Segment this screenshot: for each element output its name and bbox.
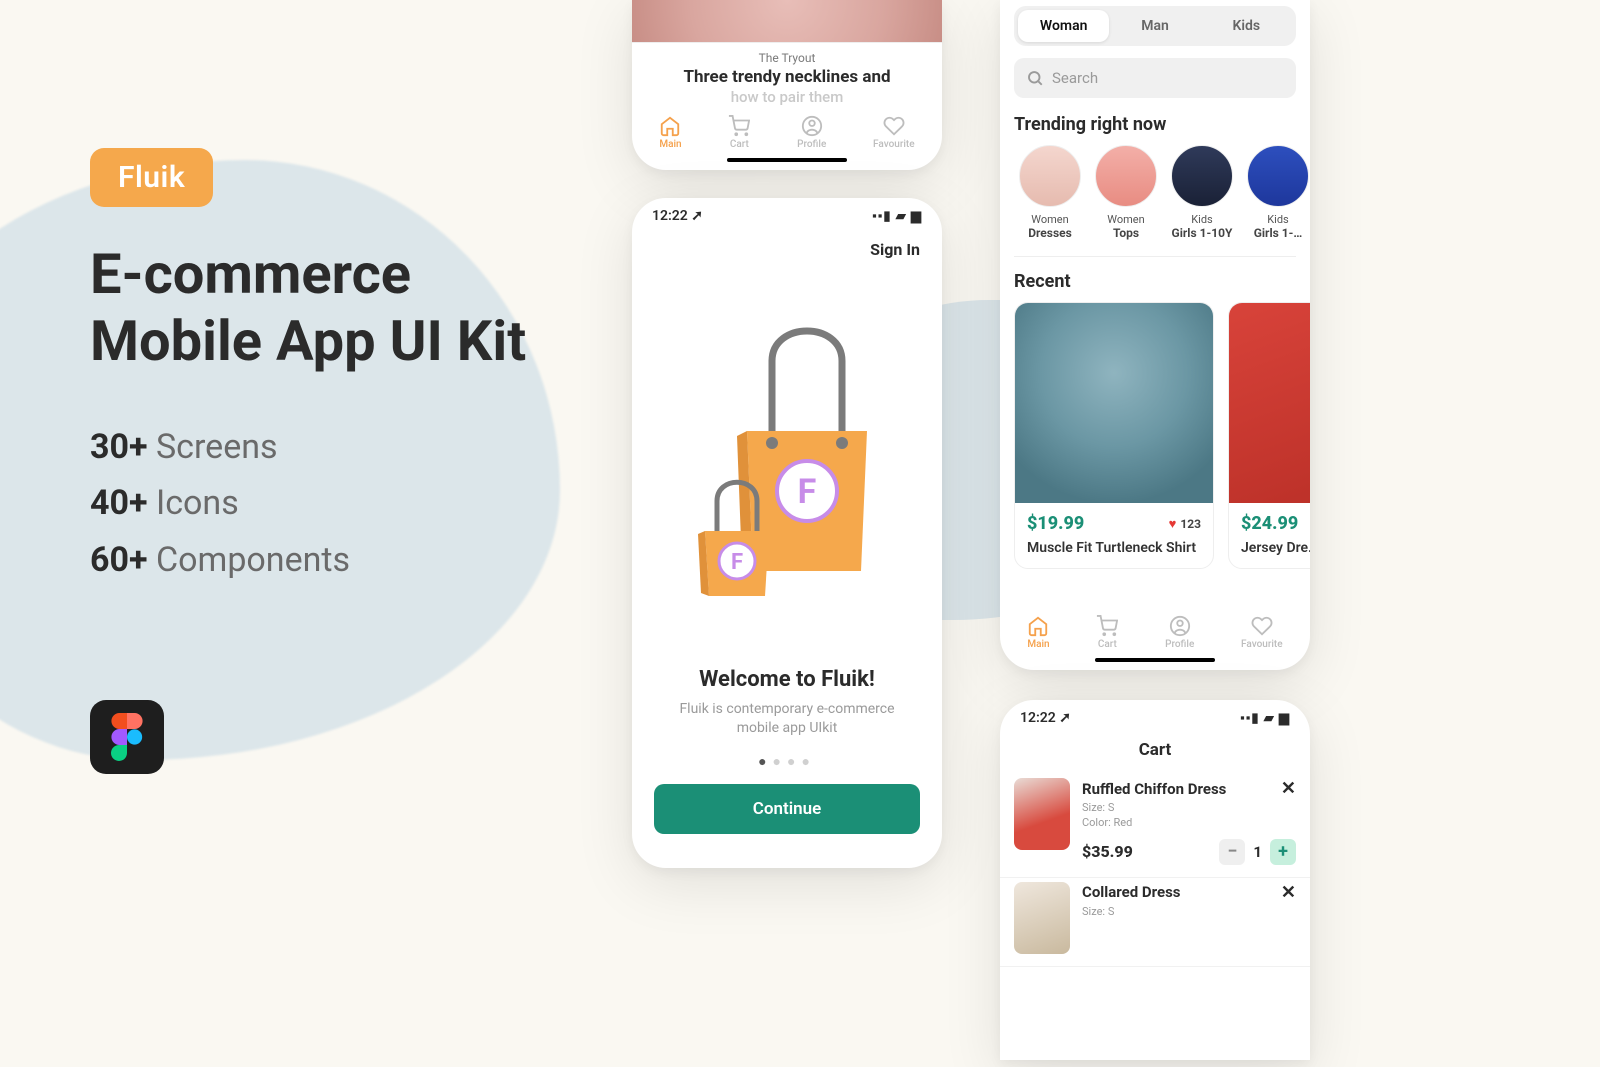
heart-icon: ♥: [1169, 516, 1177, 532]
status-indicators: ▪▪▮ ▰ ▆: [1240, 710, 1290, 726]
cart-item-name: Collared Dress: [1082, 883, 1181, 901]
status-time: 12:22 ➚: [652, 208, 703, 224]
product-image: [1015, 303, 1213, 503]
brand-badge: Fluik: [90, 148, 213, 207]
page-dots: ●●●●: [632, 753, 942, 770]
svg-text:F: F: [798, 472, 817, 512]
qty-value: 1: [1253, 843, 1262, 861]
status-bar: 12:22 ➚ ▪▪▮ ▰ ▆: [1000, 700, 1310, 730]
category-segmented: Woman Man Kids: [1014, 6, 1296, 46]
status-bar: 12:22 ➚ ▪▪▮ ▰ ▆: [632, 198, 942, 228]
cart-item: Ruffled Chiffon Dress ✕ Size: S Color: R…: [1000, 774, 1310, 878]
heart-icon: [1251, 615, 1273, 637]
trending-thumb: [1247, 145, 1309, 207]
product-likes: ♥123: [1169, 516, 1201, 532]
tab-profile[interactable]: Profile: [797, 115, 826, 150]
stat-icons: 40+ Icons: [90, 475, 610, 531]
welcome-subtitle: Fluik is contemporary e-commerce mobile …: [632, 692, 942, 753]
cart-item-attrs: Size: S Color: Red: [1082, 801, 1296, 831]
tab-profile[interactable]: Profile: [1165, 615, 1194, 650]
figma-icon: [90, 700, 164, 774]
trending-item[interactable]: Kids Girls 1-…: [1242, 145, 1310, 240]
quantity-stepper: − 1 +: [1219, 839, 1296, 865]
home-icon: [1027, 615, 1049, 637]
home-indicator: [1095, 658, 1215, 662]
article-title: Three trendy necklines and: [632, 65, 942, 90]
recent-row: $19.99 ♥123 Muscle Fit Turtleneck Shirt …: [1000, 302, 1310, 569]
phone-catalog: Woman Man Kids Search Trending right now…: [1000, 0, 1310, 670]
recent-heading: Recent: [1000, 271, 1310, 302]
stat-components: 60+ Components: [90, 532, 610, 588]
search-icon: [1026, 69, 1044, 87]
status-time: 12:22 ➚: [1020, 710, 1071, 726]
trending-thumb: [1019, 145, 1081, 207]
segment-kids[interactable]: Kids: [1201, 10, 1292, 42]
tab-favourite[interactable]: Favourite: [1241, 615, 1283, 650]
sign-in-link[interactable]: Sign In: [632, 228, 942, 259]
marketing-panel: Fluik E-commerce Mobile App UI Kit 30+ S…: [90, 148, 610, 588]
trending-item[interactable]: Kids Girls 1-10Y: [1166, 145, 1238, 240]
product-price: $24.99: [1241, 513, 1298, 534]
segment-man[interactable]: Man: [1109, 10, 1200, 42]
headline-line2: Mobile App UI Kit: [90, 308, 526, 374]
home-indicator: [727, 158, 847, 162]
trending-thumb: [1171, 145, 1233, 207]
continue-button[interactable]: Continue: [654, 784, 920, 834]
trending-row: Women Dresses Women Tops Kids Girls 1-10…: [1000, 145, 1310, 252]
product-name: Jersey Dre…: [1241, 540, 1310, 556]
product-image: [1229, 303, 1310, 503]
headline: E-commerce Mobile App UI Kit: [90, 241, 610, 375]
article-subtitle: how to pair them: [632, 88, 942, 106]
page-title: Cart: [1000, 730, 1310, 774]
tab-cart[interactable]: Cart: [1096, 615, 1118, 650]
phone-article-preview: The Tryout Three trendy necklines and ho…: [632, 0, 942, 170]
onboarding-illustration: F F: [632, 259, 942, 663]
tab-cart[interactable]: Cart: [728, 115, 750, 150]
cart-icon: [728, 115, 750, 137]
phone-cart: 12:22 ➚ ▪▪▮ ▰ ▆ Cart Ruffled Chiffon Dre…: [1000, 700, 1310, 1060]
svg-text:F: F: [731, 550, 743, 575]
cart-item-attrs: Size: S: [1082, 905, 1296, 920]
profile-icon: [1169, 615, 1191, 637]
status-indicators: ▪▪▮ ▰ ▆: [872, 208, 922, 224]
cart-item-thumb: [1014, 778, 1070, 850]
product-card[interactable]: $19.99 ♥123 Muscle Fit Turtleneck Shirt: [1014, 302, 1214, 569]
cart-item-name: Ruffled Chiffon Dress: [1082, 780, 1226, 798]
qty-minus-button[interactable]: −: [1219, 839, 1245, 865]
segment-woman[interactable]: Woman: [1018, 10, 1109, 42]
qty-plus-button[interactable]: +: [1270, 839, 1296, 865]
trending-heading: Trending right now: [1000, 114, 1310, 145]
remove-item-button[interactable]: ✕: [1281, 778, 1296, 799]
heart-icon: [883, 115, 905, 137]
article-hero-image: [632, 0, 942, 43]
search-input[interactable]: Search: [1014, 58, 1296, 98]
headline-line1: E-commerce: [90, 241, 411, 307]
divider: [1014, 256, 1296, 257]
stat-screens: 30+ Screens: [90, 419, 610, 475]
tab-favourite[interactable]: Favourite: [873, 115, 915, 150]
phone-onboarding: 12:22 ➚ ▪▪▮ ▰ ▆ Sign In F F Welcome to F…: [632, 198, 942, 868]
remove-item-button[interactable]: ✕: [1281, 882, 1296, 903]
search-placeholder: Search: [1052, 69, 1098, 87]
product-price: $19.99: [1027, 513, 1084, 534]
product-name: Muscle Fit Turtleneck Shirt: [1027, 540, 1201, 556]
profile-icon: [801, 115, 823, 137]
tab-main[interactable]: Main: [1027, 615, 1049, 650]
trending-item[interactable]: Women Tops: [1090, 145, 1162, 240]
home-icon: [659, 115, 681, 137]
stats-list: 30+ Screens 40+ Icons 60+ Components: [90, 419, 610, 587]
trending-item[interactable]: Women Dresses: [1014, 145, 1086, 240]
cart-item: Collared Dress ✕ Size: S: [1000, 878, 1310, 967]
welcome-title: Welcome to Fluik!: [632, 667, 942, 692]
tab-main[interactable]: Main: [659, 115, 681, 150]
cart-item-thumb: [1014, 882, 1070, 954]
trending-thumb: [1095, 145, 1157, 207]
cart-item-price: $35.99: [1082, 842, 1133, 861]
article-eyebrow: The Tryout: [632, 51, 942, 65]
product-card[interactable]: $24.99 Jersey Dre…: [1228, 302, 1310, 569]
cart-icon: [1096, 615, 1118, 637]
